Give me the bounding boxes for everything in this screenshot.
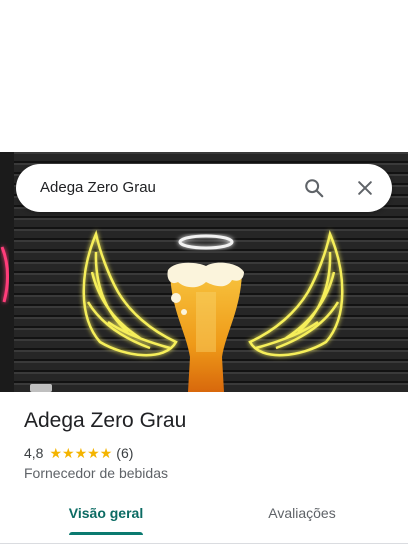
tab-reviews[interactable]: Avaliações (254, 500, 350, 536)
active-tab-indicator (69, 532, 143, 535)
search-bar[interactable]: Adega Zero Grau (16, 164, 392, 212)
search-icon[interactable] (302, 176, 326, 200)
search-input[interactable]: Adega Zero Grau (40, 179, 156, 196)
star-icon: ★ (99, 445, 113, 461)
star-icon: ★ (74, 445, 88, 461)
star-rating: ★ ★ ★ ★ ★ (49, 446, 112, 460)
star-icon: ★ (62, 445, 75, 461)
tab-overview[interactable]: Visão geral (62, 500, 150, 536)
place-title: Adega Zero Grau (24, 409, 187, 432)
review-count[interactable]: (6) (116, 445, 133, 461)
tab-bar: Visão geral Avaliações (0, 500, 408, 544)
close-icon-glyph (358, 181, 372, 195)
rating-value: 4,8 (24, 445, 44, 461)
place-category[interactable]: Fornecedor de bebidas (24, 465, 168, 481)
star-icon: ★ (87, 445, 100, 461)
close-icon[interactable] (353, 176, 377, 200)
star-icon: ★ (49, 445, 63, 461)
search-icon-glyph (305, 179, 324, 198)
rating-row[interactable]: 4,8 ★ ★ ★ ★ ★ (6) (24, 444, 133, 462)
